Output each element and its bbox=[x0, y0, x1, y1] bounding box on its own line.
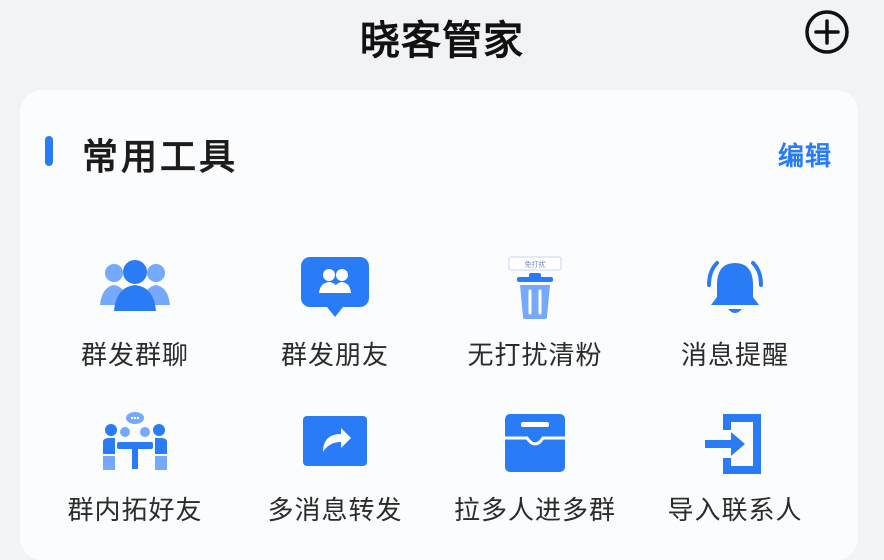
tool-item-group-send-friends[interactable]: 群发朋友 bbox=[235, 255, 435, 405]
tool-label: 群内拓好友 bbox=[67, 496, 203, 526]
share-forward-icon bbox=[303, 416, 367, 466]
inbox-icon bbox=[505, 414, 565, 472]
tool-item-clean-fans[interactable]: 免打扰 无打扰清粉 bbox=[435, 255, 635, 405]
edit-button[interactable]: 编辑 bbox=[778, 136, 832, 173]
tool-label: 多消息转发 bbox=[267, 496, 403, 526]
friends-message-icon bbox=[301, 257, 369, 317]
tool-item-message-reminder[interactable]: 消息提醒 bbox=[635, 255, 835, 405]
import-icon bbox=[705, 414, 761, 474]
tool-item-group-send-chats[interactable]: 群发群聊 bbox=[35, 255, 235, 405]
tool-item-import-contacts[interactable]: 导入联系人 bbox=[635, 410, 835, 560]
bell-icon bbox=[707, 261, 763, 313]
tool-label: 无打扰清粉 bbox=[467, 341, 603, 371]
tool-label: 消息提醒 bbox=[680, 341, 789, 371]
meeting-table-icon bbox=[103, 412, 167, 470]
tool-item-multi-forward[interactable]: 多消息转发 bbox=[235, 410, 435, 560]
section-title: 常用工具 bbox=[82, 137, 239, 178]
top-bar: 晓客管家 bbox=[0, 0, 884, 80]
trash-badge-text: 免打扰 bbox=[525, 260, 546, 269]
tool-item-pull-into-groups[interactable]: 拉多人进多群 bbox=[435, 410, 635, 560]
tool-label: 拉多人进多群 bbox=[453, 496, 616, 526]
tool-item-expand-friends-in-group[interactable]: 群内拓好友 bbox=[35, 410, 235, 560]
tool-label: 导入联系人 bbox=[667, 496, 803, 526]
tool-label: 群发群聊 bbox=[80, 341, 189, 371]
common-tools-card: 常用工具 编辑 群发群聊 群发朋友 免打扰 无打扰清粉 消息提醒 群内拓好友 多… bbox=[20, 90, 858, 560]
tool-label: 群发朋友 bbox=[280, 341, 389, 371]
plus-circle-icon[interactable] bbox=[803, 8, 851, 56]
group-users-icon bbox=[100, 260, 170, 311]
trash-icon: 免打扰 bbox=[508, 256, 562, 319]
section-accent-bar bbox=[45, 136, 53, 166]
app-title: 晓客管家 bbox=[360, 18, 524, 64]
